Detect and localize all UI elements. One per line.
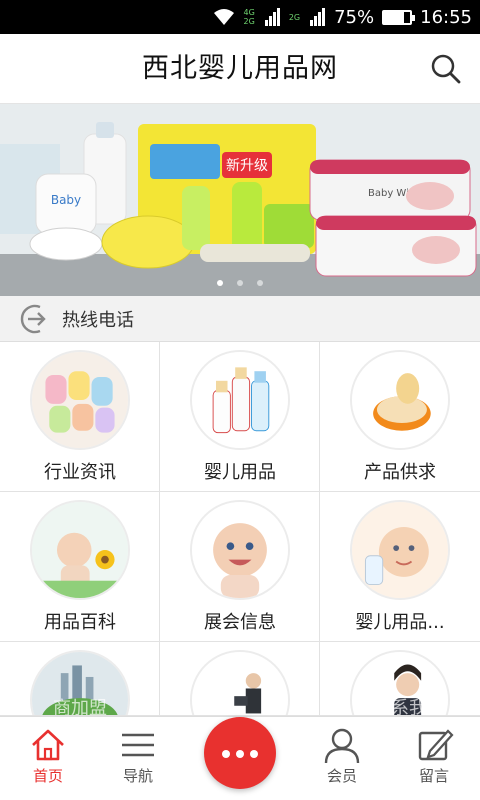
nav-member[interactable]: 会员: [294, 717, 390, 800]
hotline-label: 热线电话: [62, 309, 134, 331]
baby-sunflower-image: [30, 500, 130, 600]
nav-member-label: 会员: [326, 767, 357, 785]
banner-carousel[interactable]: 新升级 Baby Baby Wipes: [0, 104, 480, 296]
signal-icon-2: [310, 8, 326, 26]
app-header: 西北婴儿用品网: [0, 34, 480, 104]
businessman-image: [190, 650, 290, 715]
grid-item-label: 行业资讯: [44, 462, 116, 483]
bottles-image: [190, 350, 290, 450]
grid-item-label: 联系我: [373, 698, 427, 716]
grid-item-label: 产品供求: [364, 462, 436, 483]
grid-item-baby-products-2[interactable]: 婴儿用品...: [320, 492, 480, 642]
carousel-dots: [0, 280, 480, 286]
banner-image: 新升级 Baby Baby Wipes: [0, 104, 480, 296]
battery-icon: [382, 9, 416, 25]
grid-item-encyclopedia[interactable]: 用品百科: [0, 492, 160, 642]
page-title: 西北婴儿用品网: [142, 53, 338, 84]
more-dot-icon: [222, 750, 230, 758]
grid-item-exhibition[interactable]: 展会信息: [160, 492, 320, 642]
menu-icon: [122, 733, 154, 757]
socks-image: [30, 350, 130, 450]
nav-message-label: 留言: [418, 767, 449, 785]
phone-arrow-icon: [20, 304, 46, 333]
grid-item-contact[interactable]: 联系我: [320, 642, 480, 716]
more-dot-icon: [250, 750, 258, 758]
battery-percent: 75%: [334, 6, 375, 28]
grid-item-franchise[interactable]: 商加盟: [0, 642, 160, 716]
grid-item-label: 婴儿用品: [204, 462, 276, 483]
banner-powder-text: Baby: [51, 193, 81, 207]
nav-menu-label: 导航: [122, 767, 153, 785]
grid-item-label: 展会信息: [204, 612, 276, 633]
battery-fill: [384, 11, 404, 23]
grid-item-label: 商加盟: [53, 698, 107, 716]
grid-item-supply-demand[interactable]: 产品供求: [320, 342, 480, 492]
carousel-dot[interactable]: [237, 280, 243, 286]
clock: 16:55: [420, 6, 472, 28]
more-dot-icon: [236, 750, 244, 758]
category-grid: 行业资讯 婴儿用品 产品供求 用品百科 展会信息 婴儿用品... 商加盟 联系我: [0, 342, 480, 716]
bottom-nav: 首页 导航 会员 留言: [0, 716, 480, 800]
carousel-dot[interactable]: [217, 280, 223, 286]
nav-home[interactable]: 首页: [0, 717, 96, 800]
hotline-bar[interactable]: 热线电话: [0, 296, 480, 342]
status-bar: 4G 2G 2G 75% 16:55: [0, 0, 480, 34]
nav-menu[interactable]: 导航: [90, 717, 186, 800]
pacifier-image: [350, 350, 450, 450]
search-icon[interactable]: [430, 53, 462, 85]
nav-home-label: 首页: [32, 767, 63, 785]
grid-item-label: 婴儿用品...: [355, 612, 445, 633]
signal-icon-1: [264, 8, 281, 26]
carousel-dot[interactable]: [257, 280, 263, 286]
grid-item-baby-products[interactable]: 婴儿用品: [160, 342, 320, 492]
smiling-baby-image: [190, 500, 290, 600]
app-screen: 4G 2G 2G 75% 16:55 西北婴儿用品网 新升级 Baby Baby…: [0, 0, 480, 800]
nav-message[interactable]: 留言: [386, 717, 480, 800]
grid-item-unknown[interactable]: [160, 642, 320, 716]
home-icon: [32, 729, 64, 761]
edit-icon: [418, 729, 454, 761]
wifi-icon: [212, 8, 236, 26]
banner-badge-text: 新升级: [226, 158, 268, 174]
network-type: 4G 2G: [243, 8, 255, 26]
more-button[interactable]: [204, 717, 276, 789]
baby-bottle-image: [350, 500, 450, 600]
network-type-2: 2G: [288, 12, 301, 22]
user-icon: [324, 728, 360, 764]
grid-item-industry-news[interactable]: 行业资讯: [0, 342, 160, 492]
grid-item-label: 用品百科: [44, 612, 116, 633]
